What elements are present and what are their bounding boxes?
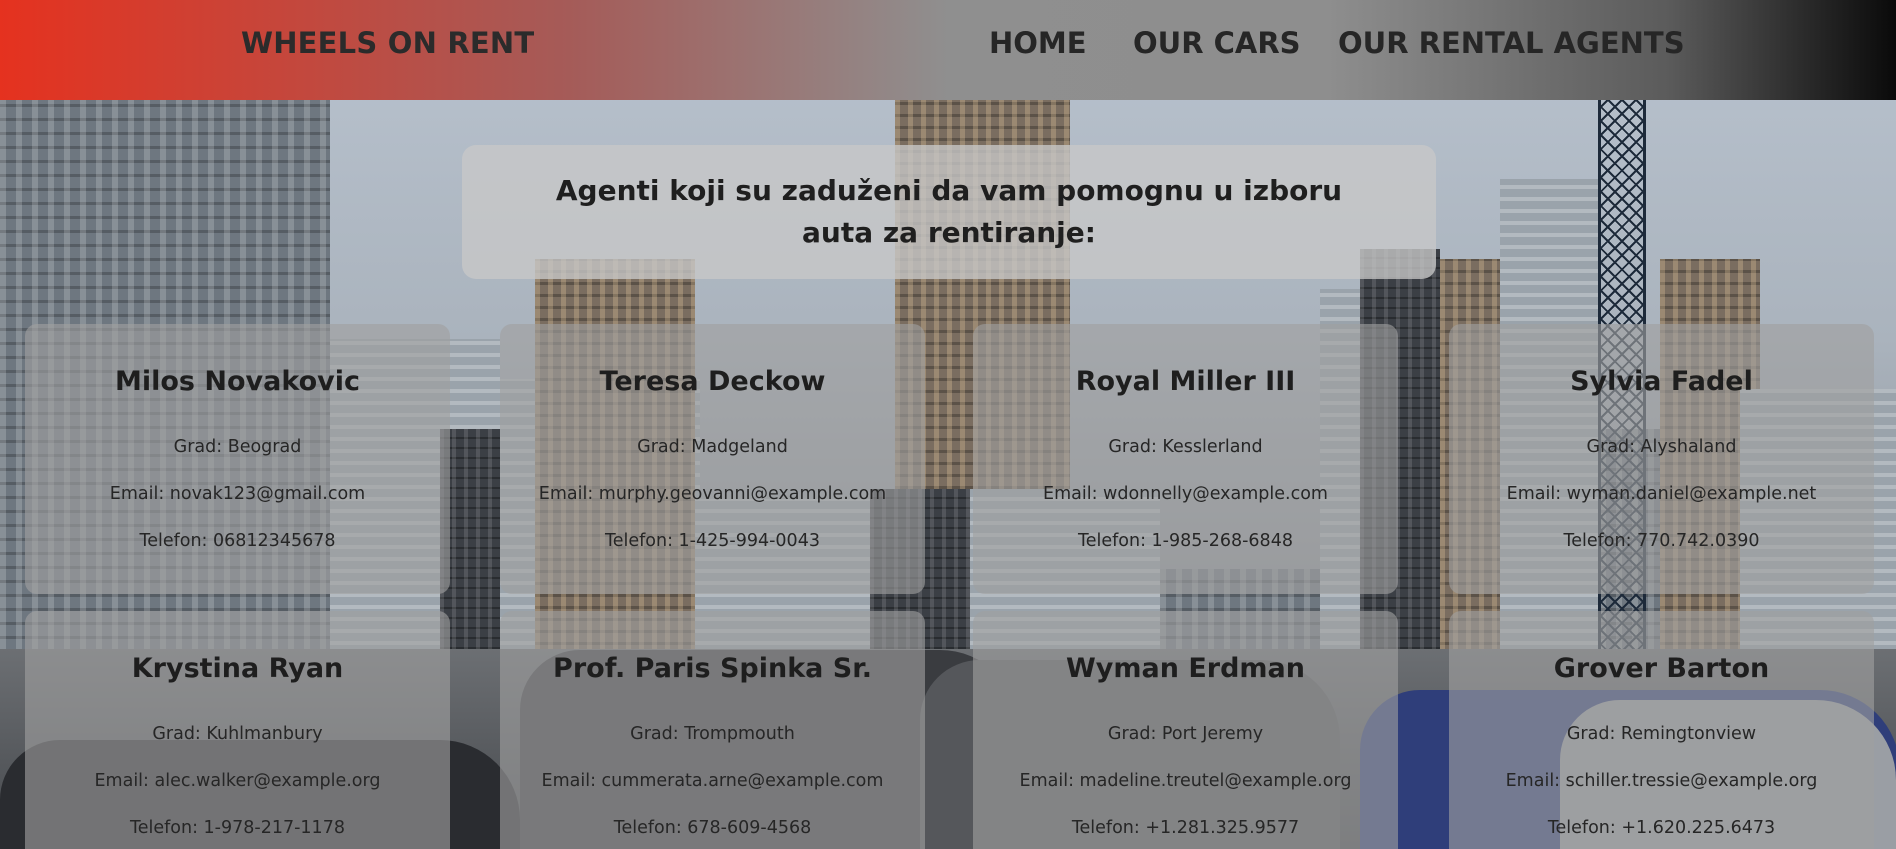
agent-email: Email: madeline.treutel@example.org — [1019, 771, 1352, 791]
agent-card: Royal Miller III Grad: Kesslerland Email… — [973, 324, 1398, 594]
agent-name: Milos Novakovic — [114, 366, 360, 397]
agent-phone: Telefon: +1.620.225.6473 — [1547, 818, 1776, 838]
agent-name: Royal Miller III — [1075, 366, 1296, 397]
page-heading: Agenti koji su zaduženi da vam pomognu u… — [555, 174, 1343, 249]
agent-email: Email: murphy.geovanni@example.com — [538, 484, 887, 504]
agent-city: Grad: Remingtonview — [1566, 724, 1757, 744]
agent-city: Grad: Port Jeremy — [1107, 724, 1264, 744]
agent-email: Email: schiller.tressie@example.org — [1505, 771, 1818, 791]
nav-our-cars[interactable]: OUR CARS — [1133, 26, 1301, 60]
agent-city: Grad: Madgeland — [637, 437, 788, 457]
agent-city: Grad: Alyshaland — [1586, 437, 1737, 457]
agent-phone: Telefon: 1-985-268-6848 — [1078, 531, 1293, 551]
agent-phone: Telefon: 678-609-4568 — [613, 818, 812, 838]
agent-email: Email: alec.walker@example.org — [94, 771, 381, 791]
agent-email: Email: novak123@gmail.com — [109, 484, 366, 504]
agent-email: Email: wdonnelly@example.com — [1043, 484, 1328, 504]
heading-panel: Agenti koji su zaduženi da vam pomognu u… — [462, 145, 1436, 279]
agent-card: Prof. Paris Spinka Sr. Grad: Trompmouth … — [500, 611, 925, 849]
agent-phone: Telefon: 1-425-994-0043 — [605, 531, 820, 551]
agent-phone: Telefon: 06812345678 — [139, 531, 336, 551]
agent-email: Email: cummerata.arne@example.com — [541, 771, 884, 791]
agent-name: Prof. Paris Spinka Sr. — [553, 653, 872, 684]
agent-phone: Telefon: 770.742.0390 — [1563, 531, 1760, 551]
agent-card: Wyman Erdman Grad: Port Jeremy Email: ma… — [973, 611, 1398, 849]
agent-name: Wyman Erdman — [1065, 653, 1306, 684]
agent-phone: Telefon: +1.281.325.9577 — [1071, 818, 1300, 838]
nav-our-rental-agents[interactable]: OUR RENTAL AGENTS — [1338, 26, 1685, 60]
agent-card: Grover Barton Grad: Remingtonview Email:… — [1449, 611, 1874, 849]
page: WHEELS ON RENT HOME OUR CARS OUR RENTAL … — [0, 0, 1896, 849]
agent-name: Grover Barton — [1553, 653, 1770, 684]
agent-card: Milos Novakovic Grad: Beograd Email: nov… — [25, 324, 450, 594]
agent-name: Sylvia Fadel — [1570, 366, 1753, 397]
agent-city: Grad: Beograd — [173, 437, 302, 457]
agent-card: Krystina Ryan Grad: Kuhlmanbury Email: a… — [25, 611, 450, 849]
agent-city: Grad: Trompmouth — [630, 724, 795, 744]
agent-city: Grad: Kuhlmanbury — [152, 724, 323, 744]
agent-card: Teresa Deckow Grad: Madgeland Email: mur… — [500, 324, 925, 594]
agent-name: Teresa Deckow — [599, 366, 826, 397]
agent-name: Krystina Ryan — [131, 653, 344, 684]
agent-email: Email: wyman.daniel@example.net — [1506, 484, 1817, 504]
nav-home[interactable]: HOME — [989, 26, 1087, 60]
agent-city: Grad: Kesslerland — [1108, 437, 1263, 457]
brand-logo[interactable]: WHEELS ON RENT — [241, 26, 534, 60]
header: WHEELS ON RENT HOME OUR CARS OUR RENTAL … — [0, 0, 1896, 100]
agent-card: Sylvia Fadel Grad: Alyshaland Email: wym… — [1449, 324, 1874, 594]
agent-phone: Telefon: 1-978-217-1178 — [130, 818, 345, 838]
